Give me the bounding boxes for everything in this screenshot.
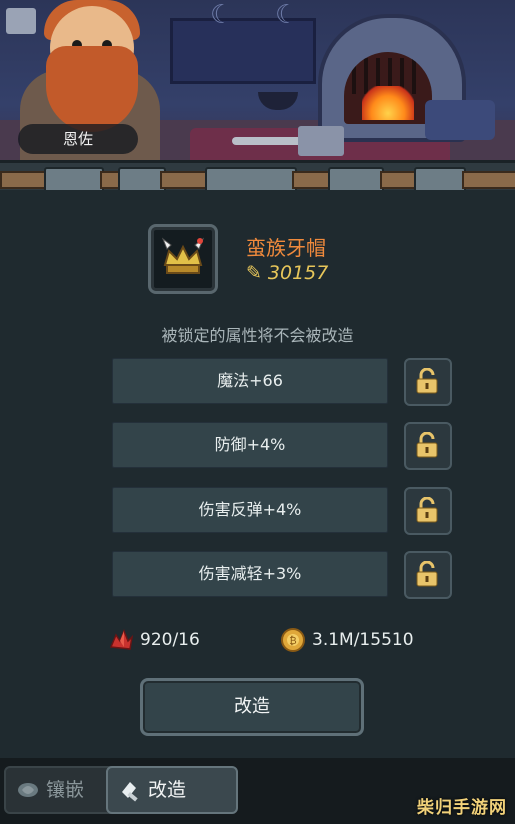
attribute-row: 伤害反弹+4% bbox=[112, 487, 452, 535]
crystal-resource: 920/16 bbox=[108, 626, 200, 654]
item-power: ✎ 30157 bbox=[246, 262, 328, 284]
attribute-row: 防御+4% bbox=[112, 422, 452, 470]
attribute-label: 伤害反弹+4% bbox=[112, 487, 388, 533]
gold-resource: ₿ 3.1M/15510 bbox=[280, 626, 414, 654]
moon-ornament-icon: ☾ bbox=[275, 0, 299, 30]
moon-ornament-icon: ☾ bbox=[210, 0, 234, 30]
power-icon: ✎ bbox=[246, 262, 262, 284]
attribute-row: 伤害减轻+3% bbox=[112, 551, 452, 599]
hammer-icon bbox=[122, 782, 138, 802]
bottom-tab-bar: 镶嵌 改造 柴归手游网 bbox=[0, 758, 515, 824]
hammer-head bbox=[298, 126, 344, 156]
lock-button[interactable] bbox=[404, 487, 452, 535]
lock-button[interactable] bbox=[404, 551, 452, 599]
red-crystal-icon bbox=[109, 628, 134, 650]
lock-hint: 被锁定的属性将不会被改造 bbox=[161, 326, 354, 345]
tab-reforge[interactable]: 改造 bbox=[106, 766, 238, 814]
attribute-row: 魔法+66 bbox=[112, 358, 452, 406]
svg-text:₿: ₿ bbox=[289, 635, 296, 647]
anvil bbox=[425, 100, 495, 140]
tab-inlay-label: 镶嵌 bbox=[46, 779, 85, 801]
gold-count: 3.1M/15510 bbox=[312, 630, 414, 650]
unlock-icon bbox=[416, 497, 438, 523]
fire-icon bbox=[362, 86, 414, 120]
forge-scene: ☾ ☾ 恩佐 bbox=[0, 0, 515, 190]
attribute-label: 魔法+66 bbox=[112, 358, 388, 404]
stone-rail bbox=[0, 160, 515, 190]
watermark: 柴归手游网 bbox=[417, 798, 507, 818]
unlock-icon bbox=[416, 561, 438, 587]
pot bbox=[258, 92, 298, 110]
reforge-button[interactable]: 改造 bbox=[140, 678, 364, 736]
hammer-handle bbox=[232, 137, 302, 145]
barbarian-helmet-icon bbox=[161, 237, 205, 274]
crystal-count: 920/16 bbox=[140, 630, 200, 650]
gem-icon bbox=[18, 783, 38, 797]
attribute-label: 防御+4% bbox=[112, 422, 388, 468]
tab-reforge-label: 改造 bbox=[148, 779, 187, 801]
item-slot[interactable] bbox=[148, 224, 218, 294]
unlock-icon bbox=[416, 368, 438, 394]
lock-button[interactable] bbox=[404, 358, 452, 406]
attribute-label: 伤害减轻+3% bbox=[112, 551, 388, 597]
item-power-value: 30157 bbox=[267, 262, 329, 284]
gold-coin-icon: ₿ bbox=[281, 628, 305, 652]
item-name: 蛮族牙帽 bbox=[246, 236, 326, 260]
lock-button[interactable] bbox=[404, 422, 452, 470]
npc-name: 恩佐 bbox=[18, 124, 138, 154]
unlock-icon bbox=[416, 432, 438, 458]
